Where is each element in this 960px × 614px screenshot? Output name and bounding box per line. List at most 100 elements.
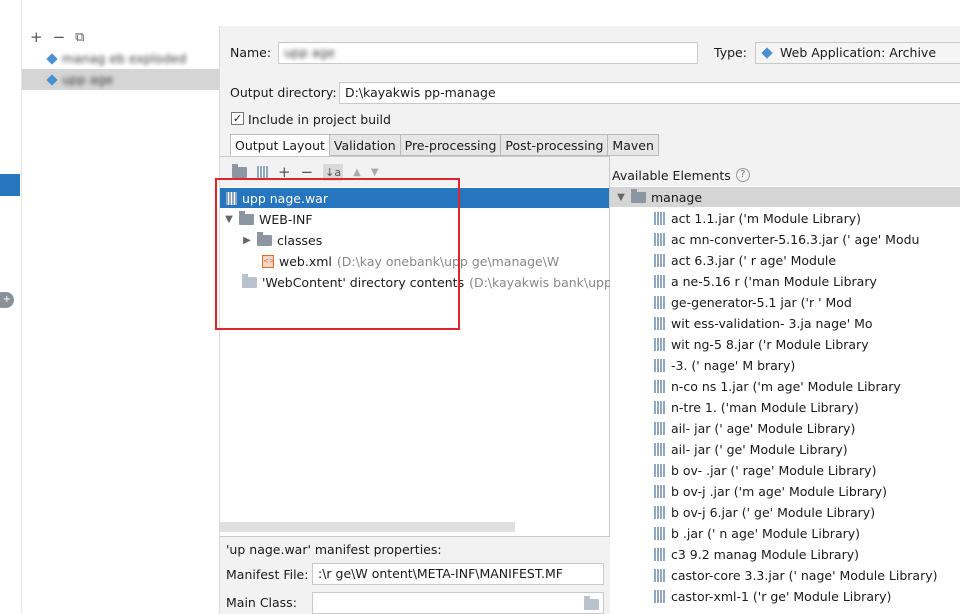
library-jar-icon bbox=[654, 275, 665, 288]
library-jar-icon bbox=[654, 254, 665, 267]
library-item[interactable]: b ov- .jar (' rage' Module Library) bbox=[654, 460, 876, 481]
artifact-item-label: upp age bbox=[62, 72, 114, 87]
tab-post-processing[interactable]: Post-processing bbox=[501, 134, 609, 156]
name-label: Name: bbox=[230, 45, 272, 60]
library-item[interactable]: castor-core 3.3.jar (' nage' Module Libr… bbox=[654, 565, 938, 586]
library-item[interactable]: ail- jar (' age' Module Library) bbox=[654, 418, 855, 439]
library-item-label: b ov-j .jar ('m age' Module Library) bbox=[671, 484, 887, 499]
available-elements-pane: Available Elements ? ▼ manage act 1.1.ja… bbox=[610, 156, 960, 614]
artifact-item-war[interactable]: upp age bbox=[22, 69, 219, 90]
library-item[interactable]: act 1.1.jar ('m Module Library) bbox=[654, 208, 861, 229]
web-artifact-icon bbox=[46, 74, 58, 86]
library-item[interactable]: act 6.3.jar (' r age' Module bbox=[654, 250, 836, 271]
available-root-module[interactable]: ▼ manage bbox=[610, 187, 960, 207]
tab-pre-processing[interactable]: Pre-processing bbox=[400, 134, 502, 156]
manifest-title: 'up nage.war' manifest properties: bbox=[226, 542, 442, 557]
include-in-build-label: Include in project build bbox=[248, 112, 391, 127]
library-item-label: wit ng-5 8.jar ('r Module Library bbox=[671, 337, 869, 352]
manifest-file-label: Manifest File: bbox=[226, 567, 309, 582]
library-item[interactable]: b ov-j 6.jar (' ge' Module Library) bbox=[654, 502, 875, 523]
library-item[interactable]: n-tre 1. ('man Module Library) bbox=[654, 397, 859, 418]
name-input[interactable]: upp age bbox=[278, 42, 698, 64]
create-archive-icon[interactable] bbox=[257, 165, 268, 179]
library-jar-icon bbox=[654, 590, 665, 603]
web-artifact-icon bbox=[761, 47, 773, 59]
available-root-label: manage bbox=[651, 189, 703, 205]
main-class-input[interactable] bbox=[312, 592, 604, 614]
library-item[interactable]: c3 9.2 manag Module Library) bbox=[654, 544, 859, 565]
output-layout-scrollbar[interactable] bbox=[220, 522, 515, 532]
library-jar-icon bbox=[654, 401, 665, 414]
library-item-label: n-co ns 1.jar ('m age' Module Library bbox=[671, 379, 901, 394]
artifact-toolbar: + − ⧉ bbox=[22, 26, 219, 48]
library-item[interactable]: a ne-5.16 r ('man Module Library bbox=[654, 271, 877, 292]
library-jar-icon bbox=[654, 317, 665, 330]
library-jar-icon bbox=[654, 443, 665, 456]
library-item-label: ge-generator-5.1 jar ('r ' Mod bbox=[671, 295, 852, 310]
library-jar-icon bbox=[654, 296, 665, 309]
library-jar-icon bbox=[654, 212, 665, 225]
library-item[interactable]: ail- jar (' ge' Module Library) bbox=[654, 439, 848, 460]
artifact-item-exploded[interactable]: manag eb exploded bbox=[22, 48, 219, 69]
library-item[interactable]: -3. (' nage' M brary) bbox=[654, 355, 795, 376]
tab-validation[interactable]: Validation bbox=[329, 134, 401, 156]
library-item[interactable]: wit ng-5 8.jar ('r Module Library bbox=[654, 334, 869, 355]
library-item-label: c3 9.2 manag Module Library) bbox=[671, 547, 859, 562]
help-icon[interactable]: ? bbox=[735, 168, 750, 182]
library-item[interactable]: ac mn-converter-5.16.3.jar (' age' Modu bbox=[654, 229, 919, 250]
available-elements-title: Available Elements bbox=[612, 167, 731, 183]
library-jar-icon bbox=[654, 464, 665, 477]
library-jar-icon bbox=[654, 380, 665, 393]
library-item-label: castor-xml-1 ('r ge' Module Library) bbox=[671, 589, 892, 604]
library-item-label: ac mn-converter-5.16.3.jar (' age' Modu bbox=[671, 232, 920, 247]
library-item[interactable]: castor-xml-1 ('r ge' Module Library) bbox=[654, 586, 891, 607]
library-item-label: n-tre 1. ('man Module Library) bbox=[671, 400, 859, 415]
move-up-icon[interactable]: ▲ bbox=[353, 167, 361, 178]
library-jar-icon bbox=[654, 569, 665, 582]
create-directory-icon[interactable] bbox=[232, 163, 247, 178]
library-item[interactable]: b .jar (' n age' Module Library) bbox=[654, 523, 860, 544]
library-jar-icon bbox=[654, 485, 665, 498]
tab-maven[interactable]: Maven bbox=[608, 134, 659, 156]
copy-artifact-icon[interactable]: ⧉ bbox=[75, 30, 84, 45]
tree-row-path: (D:\kayakwis bank\upp bbox=[469, 274, 612, 290]
library-item-label: b ov-j 6.jar (' ge' Module Library) bbox=[671, 505, 876, 520]
library-item[interactable]: n-co ns 1.jar ('m age' Module Library bbox=[654, 376, 901, 397]
annotation-highlight-box bbox=[215, 178, 460, 330]
type-select-value: Web Application: Archive bbox=[780, 45, 937, 60]
library-jar-icon bbox=[654, 527, 665, 540]
library-item-label: castor-core 3.3.jar (' nage' Module Libr… bbox=[671, 568, 938, 583]
manifest-properties-panel: 'up nage.war' manifest properties: Manif… bbox=[220, 536, 610, 614]
artifact-list-panel: + − ⧉ manag eb exploded upp age bbox=[22, 26, 220, 614]
library-item-label: ail- jar (' age' Module Library) bbox=[671, 421, 856, 436]
gutter-selected-marker bbox=[0, 174, 20, 196]
project-structure-gutter: + bbox=[0, 0, 22, 614]
library-item[interactable]: wit ess-validation- 3.ja nage' Mo bbox=[654, 313, 873, 334]
library-jar-icon bbox=[654, 338, 665, 351]
include-in-build-checkbox[interactable]: ✓ bbox=[231, 112, 244, 125]
tab-output-layout[interactable]: Output Layout bbox=[230, 134, 330, 156]
manifest-file-input[interactable]: :\r ge\W ontent\META-INF\MANIFEST.MF bbox=[312, 563, 604, 585]
gutter-badge[interactable]: + bbox=[0, 292, 14, 308]
library-item-label: -3. (' nage' M brary) bbox=[671, 358, 796, 373]
chevron-down-icon[interactable]: ▼ bbox=[616, 192, 626, 203]
library-item-label: act 6.3.jar (' r age' Module bbox=[671, 253, 837, 268]
main-class-label: Main Class: bbox=[226, 595, 297, 610]
library-item[interactable]: ge-generator-5.1 jar ('r ' Mod bbox=[654, 292, 852, 313]
available-elements-header: Available Elements ? bbox=[610, 156, 960, 186]
library-item[interactable]: b ov-j .jar ('m age' Module Library) bbox=[654, 481, 887, 502]
add-artifact-icon[interactable]: + bbox=[30, 28, 43, 46]
output-directory-input[interactable]: D:\kayakwis pp-manage bbox=[339, 82, 960, 104]
library-item-label: ail- jar (' ge' Module Library) bbox=[671, 442, 848, 457]
type-label: Type: bbox=[714, 45, 747, 60]
browse-folder-icon[interactable] bbox=[584, 596, 599, 610]
library-jar-icon bbox=[654, 548, 665, 561]
library-jar-icon bbox=[654, 422, 665, 435]
move-down-icon[interactable]: ▼ bbox=[371, 167, 379, 178]
artifact-item-label: manag eb exploded bbox=[62, 51, 187, 66]
module-folder-icon bbox=[631, 188, 646, 203]
window-top-strip bbox=[0, 0, 960, 26]
type-select[interactable]: Web Application: Archive bbox=[755, 42, 960, 64]
library-item-label: b ov- .jar (' rage' Module Library) bbox=[671, 463, 877, 478]
remove-artifact-icon[interactable]: − bbox=[53, 28, 66, 46]
